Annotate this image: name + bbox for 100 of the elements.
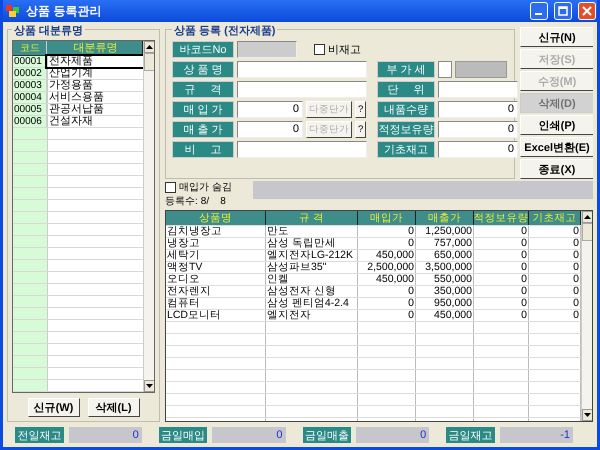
table-cell: 950,000 [416, 298, 474, 309]
input-field[interactable] [455, 60, 507, 78]
table-cell: 3,500,000 [416, 262, 474, 273]
table-cell: 0 [474, 310, 529, 321]
table-cell: 오디오 [166, 274, 266, 285]
maximize-button[interactable] [554, 2, 572, 20]
input-field[interactable] [438, 80, 518, 98]
table-cell: LCD모니터 [166, 310, 266, 321]
table-cell: 00005 [13, 104, 47, 115]
table-cell: 757,000 [416, 238, 474, 249]
checkbox-label: 비재고 [328, 42, 361, 56]
category-item[interactable]: 건설자재 [47, 116, 143, 127]
field-label: 규 격 [172, 80, 234, 98]
scroll-down-button[interactable] [144, 380, 154, 392]
table-cell: 450,000 [416, 310, 474, 321]
field-label: 적정보유량 [377, 120, 435, 138]
input-field[interactable]: 0 [438, 140, 518, 158]
input-field[interactable] [237, 80, 367, 98]
field-label: 상 품 명 [172, 60, 234, 78]
maximize-icon [558, 6, 568, 16]
table-cell: 0 [358, 310, 416, 321]
table-cell: 00004 [13, 92, 47, 103]
table-cell: 0 [358, 286, 416, 297]
category-item[interactable]: 가정용품 [47, 80, 143, 91]
table-cell: 액정TV [166, 262, 266, 273]
scroll-down-button[interactable] [582, 409, 592, 421]
table-cell: 0 [358, 298, 416, 309]
checkbox[interactable] [165, 182, 176, 193]
close-button[interactable] [578, 2, 596, 20]
button[interactable]: ? [355, 120, 366, 138]
up-arrow-icon [584, 215, 591, 219]
button[interactable]: 신규(N) [520, 27, 593, 47]
input-field[interactable] [237, 60, 367, 78]
field-label: 바코드No [172, 40, 234, 58]
field-label: 매 출 가 [172, 120, 234, 138]
scroll-up-button[interactable] [582, 211, 592, 223]
scroll-thumb[interactable] [582, 223, 592, 241]
down-arrow-icon [146, 384, 153, 388]
table-cell: 2,500,000 [358, 262, 416, 273]
field-label: 매 입 가 [172, 100, 234, 118]
category-item[interactable]: 서비스용품 [47, 92, 143, 103]
column-header: 상품명 [166, 211, 266, 225]
table-cell: 컴퓨터 [166, 298, 266, 309]
count-label: 등록수: [165, 195, 198, 208]
button[interactable]: 종료(X) [520, 159, 593, 179]
app-icon [5, 4, 21, 18]
panel-title: 상품 등록 (전자제품) [172, 25, 278, 38]
table-cell: 삼성 펜티엄4-2.4 [266, 298, 358, 309]
input-field[interactable]: 0 [237, 120, 303, 138]
table-cell: 00006 [13, 116, 47, 127]
scroll-up-button[interactable] [144, 41, 154, 53]
checkbox[interactable] [438, 60, 452, 78]
column-header: 매입가 [358, 211, 416, 225]
column-header: 규 격 [266, 211, 358, 225]
status-label: 금일매입 [158, 427, 208, 443]
new-button[interactable]: 신규(W) [28, 398, 80, 417]
input-field[interactable]: 0 [438, 100, 518, 118]
table-cell: 만도 [266, 226, 358, 237]
table-cell: 650,000 [416, 250, 474, 261]
table-cell: 삼성파브35" [266, 262, 358, 273]
status-label: 전일재고 [15, 427, 64, 443]
button[interactable]: ? [355, 100, 366, 118]
status-value: 0 [356, 427, 430, 443]
category-item[interactable]: 관공서납품 [47, 104, 143, 115]
scroll-thumb[interactable] [144, 53, 154, 71]
table-cell: 350,000 [416, 286, 474, 297]
input-field[interactable] [237, 40, 297, 58]
minimize-button[interactable] [530, 2, 548, 20]
count-value: 8/ 8 [200, 195, 226, 208]
input-field[interactable]: 0 [237, 100, 303, 118]
window-title: 상품 등록관리 [26, 2, 102, 20]
table-cell: 1,250,000 [416, 226, 474, 237]
table-cell: 삼성전자 신형 [266, 286, 358, 297]
table-cell: 0 [474, 286, 529, 297]
table-cell: 450,000 [358, 250, 416, 261]
table-cell: 0 [358, 226, 416, 237]
table-cell: 세탁기 [166, 250, 266, 261]
table-cell: 삼성 독립만세 [266, 238, 358, 249]
input-field[interactable]: 0 [438, 120, 518, 138]
column-header: 적정보유량 [474, 211, 529, 225]
checkbox[interactable] [314, 44, 325, 54]
delete-button[interactable]: 삭제(L) [88, 398, 140, 417]
field-label: 부 가 세 [377, 60, 435, 78]
table-cell: 0 [474, 250, 529, 261]
table-cell: 엘지전자 [266, 310, 358, 321]
table-cell: 0 [474, 238, 529, 249]
panel-title: 상품 대분류명 [12, 25, 86, 38]
status-value: 0 [212, 427, 286, 443]
table-cell: 450,000 [358, 274, 416, 285]
table-cell: 전자렌지 [166, 286, 266, 297]
up-arrow-icon [146, 45, 153, 49]
table-cell: 0 [474, 298, 529, 309]
button[interactable]: Excel변환(E) [520, 137, 593, 157]
column-header: 매출가 [416, 211, 474, 225]
table-cell: 0 [474, 274, 529, 285]
close-icon [582, 6, 592, 16]
table-cell: 0 [358, 238, 416, 249]
input-field[interactable] [237, 140, 367, 158]
category-item[interactable]: 전자제품 [47, 56, 143, 67]
button[interactable]: 인쇄(P) [520, 115, 593, 135]
